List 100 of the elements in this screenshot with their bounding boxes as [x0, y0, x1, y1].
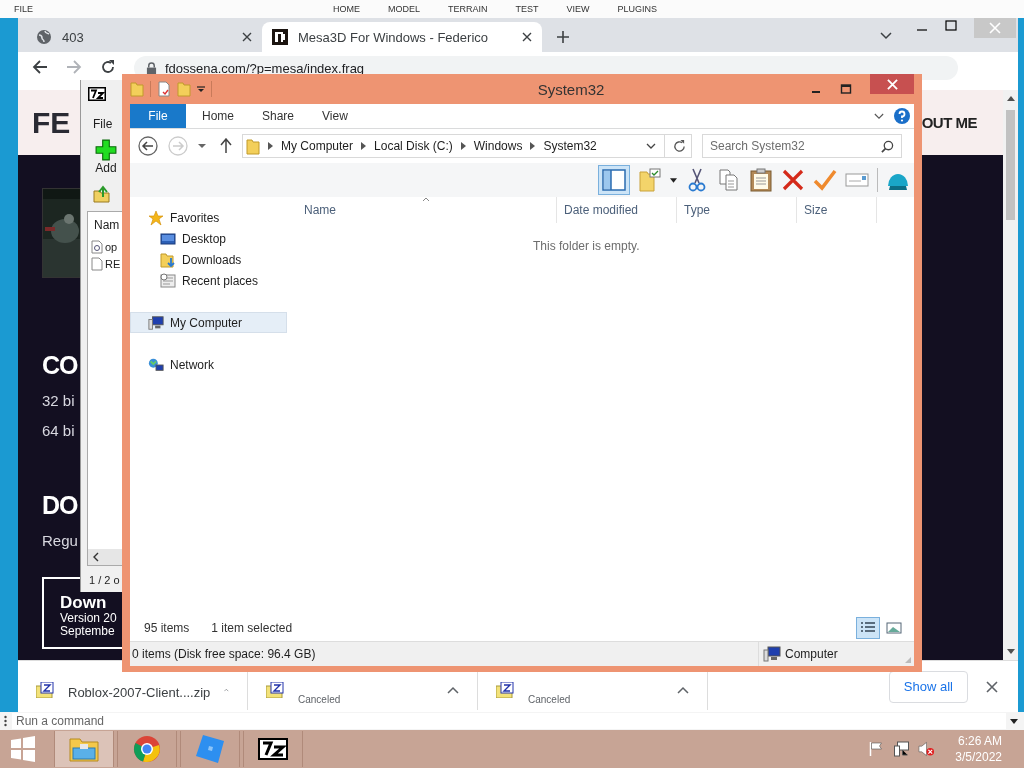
column-header[interactable]: Date modified	[557, 197, 677, 223]
close-button[interactable]	[870, 74, 914, 94]
status-text: 1 / 2 o	[89, 574, 120, 586]
scroll-down-icon[interactable]	[1006, 649, 1015, 655]
address-bar[interactable]: My Computer Local Disk (C:) Windows System32	[242, 134, 692, 158]
horizontal-scrollbar[interactable]	[88, 549, 124, 565]
chevron-icon[interactable]	[361, 142, 367, 150]
paste-icon[interactable]	[749, 168, 773, 192]
maximize-icon[interactable]	[945, 20, 957, 32]
up-arrow-icon[interactable]	[220, 138, 232, 154]
nav-item[interactable]: Network	[130, 354, 287, 375]
show-all-button[interactable]: Show all	[888, 670, 968, 703]
caret-up-icon[interactable]	[447, 685, 459, 694]
dropdown-icon[interactable]	[670, 177, 677, 183]
breadcrumb[interactable]: System32	[543, 139, 597, 153]
nav-item[interactable]: My Computer	[130, 312, 287, 333]
menu-item[interactable]: FILE	[14, 4, 33, 14]
archiver-button[interactable]	[243, 731, 303, 767]
breadcrumb[interactable]: My Computer	[281, 139, 354, 153]
back-icon[interactable]	[32, 59, 48, 75]
folder-up-icon[interactable]	[93, 185, 111, 203]
nav-link[interactable]: OUT ME	[921, 114, 977, 131]
close-tab-icon[interactable]	[242, 32, 252, 42]
recent-locations-icon[interactable]	[198, 143, 206, 149]
scroll-thumb[interactable]	[1006, 110, 1015, 220]
scrollbar[interactable]	[1003, 90, 1018, 660]
back-icon[interactable]	[138, 136, 158, 156]
close-icon	[989, 22, 1001, 34]
properties-icon[interactable]	[157, 81, 171, 97]
browser-icon	[133, 735, 161, 763]
caret-up-icon[interactable]	[677, 685, 689, 694]
network-icon	[148, 356, 164, 373]
dropdown-icon[interactable]	[1010, 718, 1018, 724]
start-icon[interactable]	[10, 736, 36, 762]
nav-item[interactable]: Desktop	[130, 228, 287, 249]
breadcrumb[interactable]: Local Disk (C:)	[374, 139, 453, 153]
close-tab-icon[interactable]	[522, 32, 532, 42]
column-header[interactable]: Type	[677, 197, 797, 223]
checkmark-icon[interactable]	[813, 168, 837, 192]
details-view-button[interactable]	[856, 617, 880, 639]
star-icon	[148, 209, 164, 226]
chevron-icon[interactable]	[460, 142, 466, 150]
search-field[interactable]: Search System32	[702, 134, 902, 158]
scroll-left-icon[interactable]	[93, 552, 99, 562]
network-icon[interactable]	[893, 741, 911, 757]
copy-icon[interactable]	[717, 168, 741, 192]
refresh-icon[interactable]	[673, 139, 686, 153]
app-logo-icon	[88, 87, 106, 101]
archive-icon	[496, 681, 514, 698]
column-header[interactable]: Nam	[88, 212, 124, 238]
ribbon-tab[interactable]: View	[308, 104, 362, 128]
file-icon	[91, 239, 103, 254]
new-tab-icon[interactable]	[556, 30, 570, 44]
image-icon	[886, 621, 902, 635]
menu-item[interactable]: TEST	[515, 4, 539, 14]
browser-button[interactable]	[117, 731, 177, 767]
nav-item[interactable]: Favorites	[130, 207, 287, 228]
computer-icon	[763, 646, 781, 662]
column-header[interactable]: Name	[297, 197, 557, 223]
browser-tab[interactable]: 403	[26, 22, 262, 52]
menu-item[interactable]: TERRAIN	[448, 4, 488, 14]
chevron-icon[interactable]	[268, 142, 273, 150]
nav-item[interactable]: Downloads	[130, 249, 287, 270]
empty-message: This folder is empty.	[533, 239, 640, 253]
resize-grip-icon[interactable]	[904, 656, 912, 664]
menu-item[interactable]: MODEL	[388, 4, 421, 14]
file-row[interactable]: RE	[88, 255, 124, 272]
archive-icon	[266, 681, 284, 698]
help-icon[interactable]	[894, 108, 910, 124]
dropdown-icon[interactable]	[197, 85, 205, 93]
layout-pane-button[interactable]	[598, 165, 630, 195]
menu-item[interactable]: VIEW	[566, 4, 590, 14]
folder-options-icon[interactable]	[638, 168, 662, 192]
breadcrumb[interactable]: Windows	[473, 139, 523, 153]
close-icon[interactable]	[986, 680, 998, 693]
scroll-up-icon[interactable]	[1006, 95, 1015, 101]
ribbon-tab[interactable]: Share	[248, 104, 309, 128]
page-text: CO	[42, 350, 78, 380]
sort-caret-icon	[422, 197, 430, 202]
delete-icon[interactable]	[781, 168, 805, 192]
chevron-icon[interactable]	[530, 142, 536, 150]
maximize-icon[interactable]	[840, 83, 852, 95]
browser-tab[interactable]: Mesa3D For Windows - Federico	[262, 22, 542, 52]
menu-item[interactable]: PLUGINS	[617, 4, 658, 14]
command-field[interactable]: Run a command	[12, 713, 1006, 729]
ribbon-tab[interactable]: Home	[188, 104, 248, 128]
plus-icon	[95, 139, 117, 161]
file-icon	[91, 256, 103, 271]
muted-speaker-icon[interactable]	[918, 741, 936, 757]
file-row[interactable]: op	[88, 238, 124, 255]
column-header[interactable]: Size	[797, 197, 877, 223]
list-icon	[860, 621, 876, 635]
expand-ribbon-icon[interactable]	[874, 112, 884, 120]
dropdown-icon[interactable]	[646, 143, 656, 149]
chevron-down-icon[interactable]	[880, 32, 892, 40]
menu-item[interactable]: File	[93, 117, 113, 131]
menu-item[interactable]: HOME	[333, 4, 360, 14]
add-button[interactable]: Add	[95, 139, 117, 175]
reload-icon[interactable]	[100, 59, 116, 75]
nav-item[interactable]: Recent places	[130, 270, 287, 291]
